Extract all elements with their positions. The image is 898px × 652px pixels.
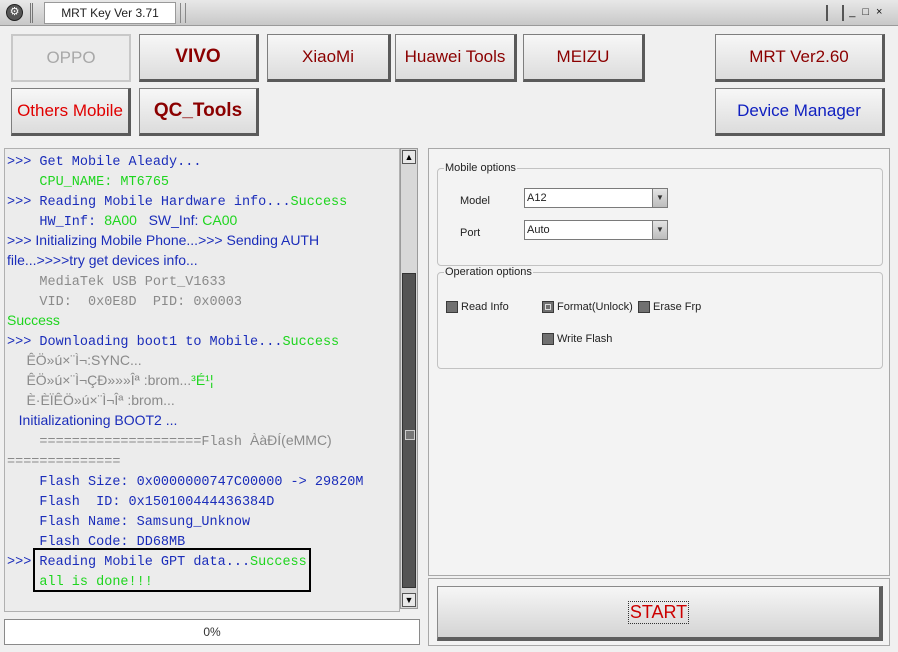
erase-frp-label[interactable]: Erase Frp (653, 301, 701, 313)
log-text: Flash Size: 0x0000000747C00000 -> 29820M (7, 475, 364, 490)
log-output[interactable]: >>> Get Mobile Aleady... CPU_NAME: MT676… (4, 148, 400, 612)
log-line: ÊÖ»ú×¨Ì¬:SYNC... (7, 350, 399, 370)
write-flash-label[interactable]: Write Flash (557, 333, 612, 345)
start-button[interactable]: START (437, 586, 883, 641)
log-text: VID: 0x0E8D PID: 0x0003 (7, 295, 242, 310)
scrollbar-thumb[interactable] (402, 273, 416, 588)
log-line: file...>>>>try get devices info... (7, 250, 399, 270)
port-select[interactable]: Auto ▼ (524, 220, 668, 240)
scrollbar-grip-icon (405, 430, 415, 440)
log-text: ÊÖ»ú×¨Ì¬ÇÐ»»»Îª :brom... (7, 372, 192, 388)
scroll-up-icon[interactable]: ▲ (402, 150, 416, 164)
format-unlock-checkbox[interactable] (542, 301, 554, 313)
log-text: ====================Flash (7, 435, 251, 450)
log-text: >>> Downloading boot1 to Mobile... (7, 335, 283, 350)
log-text: ============== (7, 455, 121, 470)
log-line: ============== (7, 450, 399, 470)
options-panel: Mobile options Model A12 ▼ Port Auto ▼ O… (428, 148, 890, 576)
read-info-label[interactable]: Read Info (461, 301, 509, 313)
write-flash-checkbox[interactable] (542, 333, 554, 345)
log-text: CPU_NAME: MT6765 (7, 175, 170, 190)
log-text: SW_Inf: (136, 212, 203, 228)
log-text: Initializationing BOOT2 ... (7, 412, 178, 428)
log-line: È·ÈÏÊÖ»ú×¨Ì¬Îª :brom... (7, 390, 399, 410)
log-text: CA00 (202, 212, 238, 228)
minimize-icon[interactable]: _ (846, 5, 860, 21)
log-text: >>> Get Mobile Aleady... (7, 155, 202, 170)
maximize-icon[interactable]: □ (859, 5, 873, 21)
log-text: MediaTek USB Port_V1633 (7, 275, 226, 290)
operation-options-title: Operation options (444, 266, 533, 278)
title-bar[interactable]: ⚙ MRT Key Ver 3.71 _ □ × (0, 0, 898, 26)
log-line: Flash ID: 0x150100444436384D (7, 490, 399, 510)
device-manager-button[interactable]: Device Manager (715, 88, 885, 136)
log-line: MediaTek USB Port_V1633 (7, 270, 399, 290)
port-label: Port (460, 227, 481, 239)
log-text: >>> Initializing Mobile Phone...>>> Send… (7, 232, 320, 248)
oppo-button[interactable]: OPPO (11, 34, 131, 82)
log-text: ³É¹¦ (191, 372, 214, 388)
window-title: MRT Key Ver 3.71 (44, 2, 176, 24)
window-controls: _ □ × (826, 5, 886, 21)
log-highlight-box (33, 548, 311, 592)
log-line: Success (7, 310, 399, 330)
xiaomi-button[interactable]: XiaoMi (267, 34, 391, 82)
log-line: VID: 0x0E8D PID: 0x0003 (7, 290, 399, 310)
close-icon[interactable]: × (873, 5, 887, 21)
meizu-button[interactable]: MEIZU (523, 34, 645, 82)
log-text: file...>>>>try get devices info... (7, 252, 198, 268)
huawei-tools-button[interactable]: Huawei Tools (395, 34, 517, 82)
title-grip-right (826, 5, 844, 21)
port-value: Auto (527, 224, 550, 236)
title-grip (180, 3, 186, 23)
mrt-version-button[interactable]: MRT Ver2.60 (715, 34, 885, 82)
log-line: Initializationing BOOT2 ... (7, 410, 399, 430)
log-text: >>> Reading Mobile Hardware info... (7, 195, 291, 210)
log-line: >>> Initializing Mobile Phone...>>> Send… (7, 230, 399, 250)
start-panel: START (428, 578, 890, 646)
model-label: Model (460, 195, 490, 207)
log-text: Success (282, 335, 340, 350)
chevron-down-icon[interactable]: ▼ (652, 189, 667, 207)
title-separator (30, 3, 33, 23)
format-unlock-label[interactable]: Format(Unlock) (557, 301, 633, 313)
log-text: ÊÖ»ú×¨Ì¬:SYNC... (7, 352, 142, 368)
vivo-button[interactable]: VIVO (139, 34, 259, 82)
log-scrollbar[interactable]: ▲ ▼ (400, 148, 418, 609)
mobile-options-title: Mobile options (444, 162, 517, 174)
start-label: START (627, 600, 690, 624)
log-text: Success (7, 312, 60, 328)
log-line: ====================Flash ÀàÐÍ(eMMC) (7, 430, 399, 450)
others-mobile-button[interactable]: Others Mobile (11, 88, 131, 136)
log-line: >>> Reading Mobile Hardware info...Succe… (7, 190, 399, 210)
model-select[interactable]: A12 ▼ (524, 188, 668, 208)
read-info-checkbox[interactable] (446, 301, 458, 313)
log-line: CPU_NAME: MT6765 (7, 170, 399, 190)
log-line: ÊÖ»ú×¨Ì¬ÇÐ»»»Îª :brom...³É¹¦ (7, 370, 399, 390)
qc-tools-button[interactable]: QC_Tools (139, 88, 259, 136)
log-text: Success (290, 195, 348, 210)
operation-options-group: Operation options Read Info Format(Unloc… (437, 266, 883, 369)
log-line: >>> Downloading boot1 to Mobile...Succes… (7, 330, 399, 350)
chevron-down-icon[interactable]: ▼ (652, 221, 667, 239)
app-icon[interactable]: ⚙ (6, 4, 23, 21)
progress-bar: 0% (4, 619, 420, 645)
log-line: Flash Code: DD68MB (7, 530, 399, 550)
log-line: >>> Get Mobile Aleady... (7, 150, 399, 170)
log-text: ÀàÐÍ(eMMC) (250, 432, 332, 448)
log-text: HW_Inf: (7, 215, 105, 230)
model-value: A12 (527, 192, 547, 204)
log-text: 8A00 (104, 212, 137, 228)
erase-frp-checkbox[interactable] (638, 301, 650, 313)
scroll-down-icon[interactable]: ▼ (402, 593, 416, 607)
log-line: HW_Inf: 8A00 SW_Inf: CA00 (7, 210, 399, 230)
log-line: Flash Name: Samsung_Unknow (7, 510, 399, 530)
log-text: Flash ID: 0x150100444436384D (7, 495, 275, 510)
mobile-options-group: Mobile options Model A12 ▼ Port Auto ▼ (437, 162, 883, 266)
progress-text: 0% (203, 625, 221, 639)
log-line: Flash Size: 0x0000000747C00000 -> 29820M (7, 470, 399, 490)
log-text: Flash Name: Samsung_Unknow (7, 515, 251, 530)
log-text: È·ÈÏÊÖ»ú×¨Ì¬Îª :brom... (7, 392, 175, 408)
